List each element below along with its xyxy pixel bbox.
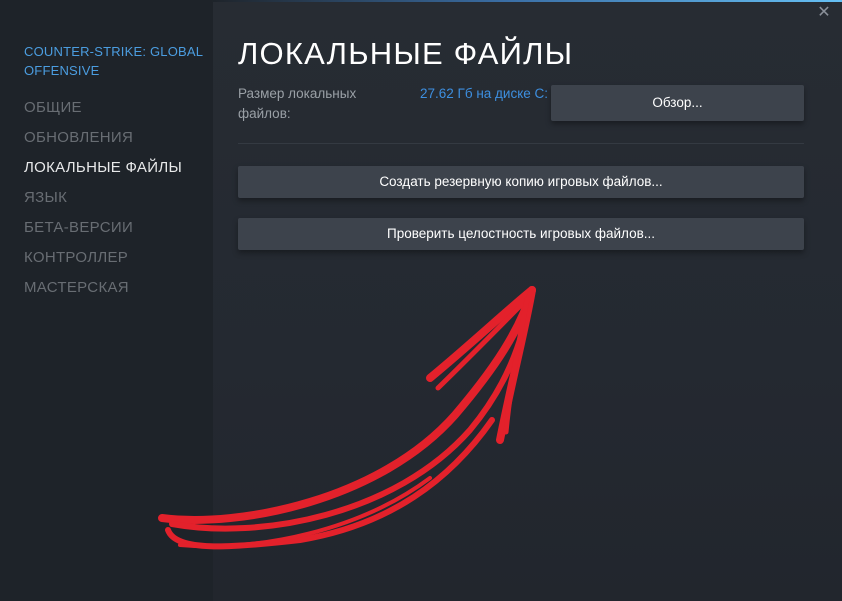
properties-window: COUNTER-STRIKE: GLOBAL OFFENSIVE ОБЩИЕ О… [0,0,842,601]
verify-integrity-button[interactable]: Проверить целостность игровых файлов... [238,218,804,250]
sidebar-item-betas[interactable]: БЕТА-ВЕРСИИ [24,216,182,246]
sidebar-item-updates[interactable]: ОБНОВЛЕНИЯ [24,126,182,156]
sidebar-item-general[interactable]: ОБЩИЕ [24,96,182,126]
sidebar-nav: ОБЩИЕ ОБНОВЛЕНИЯ ЛОКАЛЬНЫЕ ФАЙЛЫ ЯЗЫК БЕ… [24,96,182,306]
page-title: ЛОКАЛЬНЫЕ ФАЙЛЫ [238,36,574,71]
game-title: COUNTER-STRIKE: GLOBAL OFFENSIVE [24,44,203,78]
sidebar-item-controller[interactable]: КОНТРОЛЛЕР [24,246,182,276]
sidebar-item-workshop[interactable]: МАСТЕРСКАЯ [24,276,182,306]
main-panel: ✕ ЛОКАЛЬНЫЕ ФАЙЛЫ Размер локальных файло… [213,2,842,601]
local-files-size-value: 27.62 Гб на диске C: [420,86,549,101]
sidebar: COUNTER-STRIKE: GLOBAL OFFENSIVE ОБЩИЕ О… [0,2,213,601]
sidebar-item-language[interactable]: ЯЗЫК [24,186,182,216]
browse-button[interactable]: Обзор... [551,85,804,121]
local-files-size-label: Размер локальных файлов: [238,86,357,121]
close-icon[interactable]: ✕ [816,5,832,21]
section-divider [238,143,804,144]
sidebar-item-local-files[interactable]: ЛОКАЛЬНЫЕ ФАЙЛЫ [24,156,182,186]
backup-game-files-button[interactable]: Создать резервную копию игровых файлов..… [238,166,804,198]
